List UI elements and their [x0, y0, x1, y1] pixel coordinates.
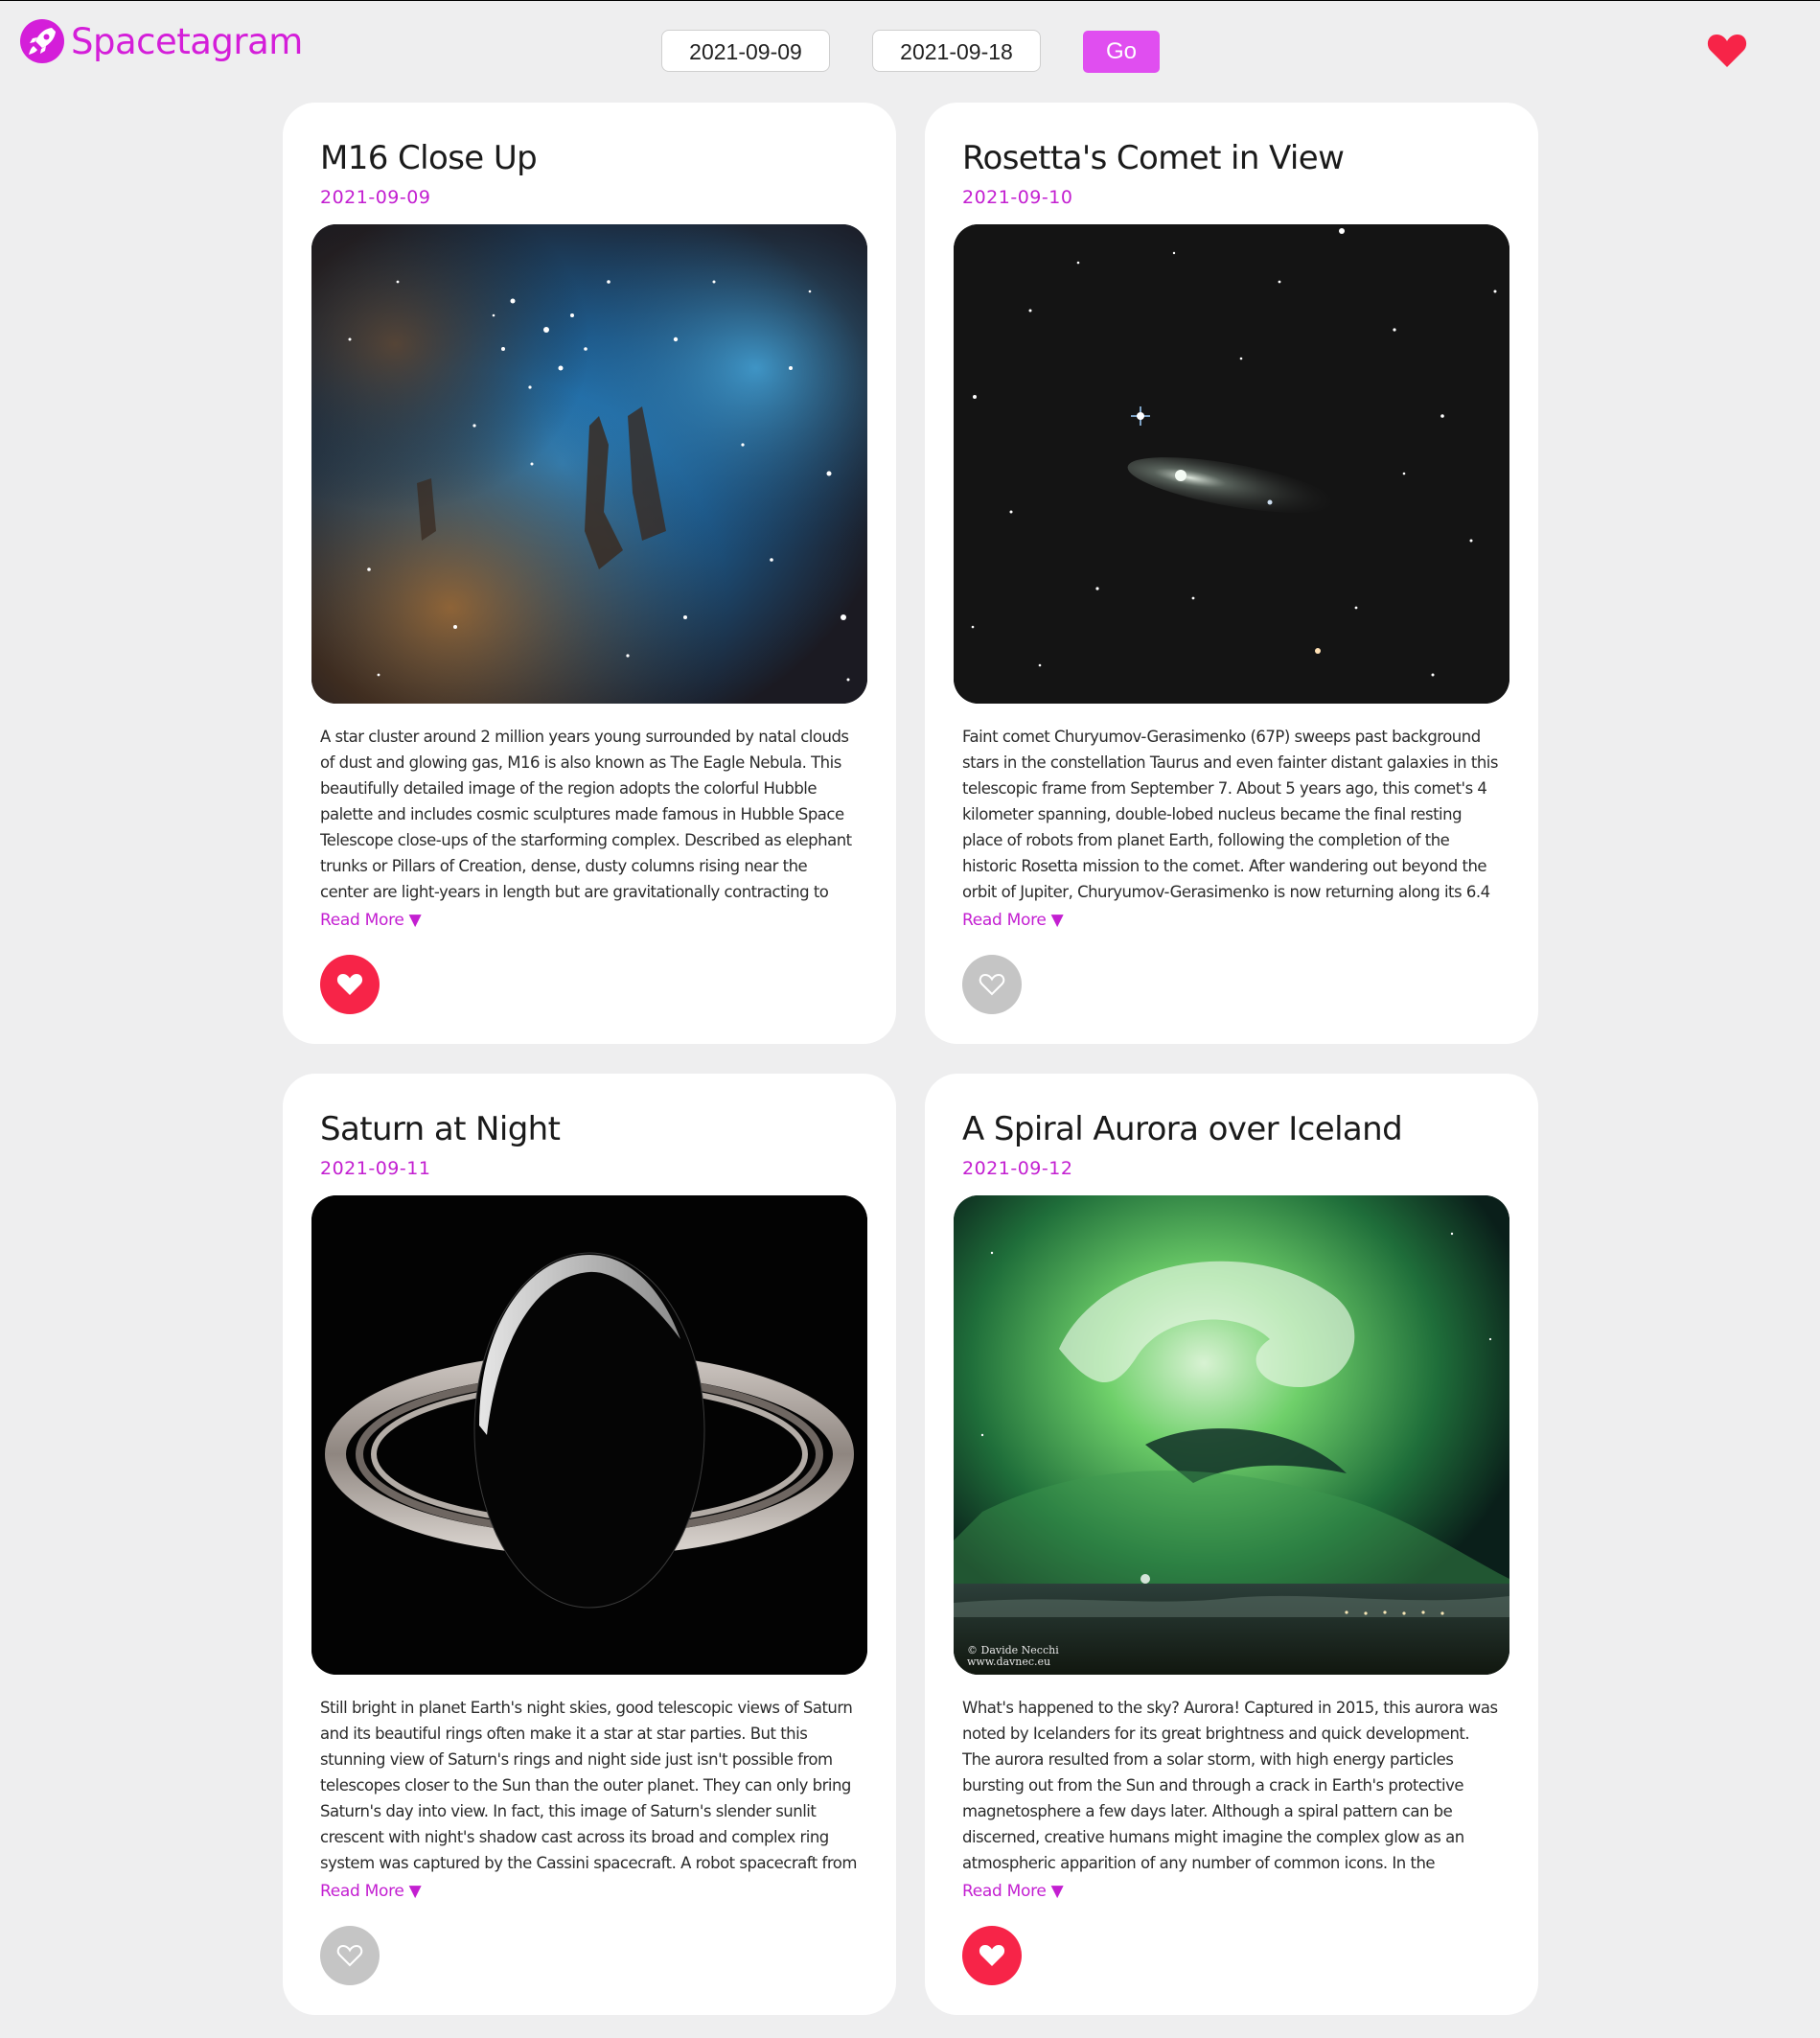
- heart-outline-icon: [336, 1944, 363, 1967]
- like-button[interactable]: [320, 955, 380, 1014]
- card-date: 2021-09-12: [962, 1158, 1073, 1179]
- card-title: A Spiral Aurora over Iceland: [962, 1110, 1403, 1148]
- heart-icon: [336, 974, 363, 995]
- like-button[interactable]: [962, 955, 1022, 1014]
- card-description: Faint comet Churyumov-Gerasimenko (67P) …: [962, 728, 1498, 901]
- read-more-link[interactable]: Read More ▼: [320, 911, 422, 930]
- card-saturn: Saturn at Night 2021-09-11 Still bright …: [283, 1074, 896, 2015]
- card-rosetta-comet: Rosetta's Comet in View 2021-09-10 Faint…: [925, 103, 1538, 1044]
- app-header: Spacetagram 2021-09-09 2021-09-18 Go: [0, 1, 1820, 97]
- read-more-link[interactable]: Read More ▼: [962, 1882, 1064, 1901]
- rocket-icon: [20, 19, 64, 63]
- read-more-link[interactable]: Read More ▼: [320, 1882, 422, 1901]
- card-description: What's happened to the sky? Aurora! Capt…: [962, 1699, 1498, 1872]
- card-title: Saturn at Night: [320, 1110, 561, 1148]
- card-description: A star cluster around 2 million years yo…: [320, 728, 852, 901]
- card-image-comet: [954, 224, 1509, 704]
- go-button[interactable]: Go: [1083, 31, 1160, 73]
- end-date-input[interactable]: 2021-09-18: [872, 30, 1041, 72]
- card-description: Still bright in planet Earth's night ski…: [320, 1699, 857, 1872]
- read-more-link[interactable]: Read More ▼: [962, 911, 1064, 930]
- card-date: 2021-09-11: [320, 1158, 431, 1179]
- app-name: Spacetagram: [71, 20, 303, 62]
- card-m16: M16 Close Up 2021-09-09 A star cluster a…: [283, 103, 896, 1044]
- logo[interactable]: Spacetagram: [19, 18, 303, 64]
- svg-text:www.davnec.eu: www.davnec.eu: [967, 1656, 1050, 1668]
- heart-icon: [979, 1945, 1005, 1966]
- like-button[interactable]: [962, 1926, 1022, 1985]
- card-image-nebula: [311, 224, 867, 704]
- heart-icon[interactable]: [1707, 34, 1747, 68]
- like-button[interactable]: [320, 1926, 380, 1985]
- heart-outline-icon: [979, 973, 1005, 996]
- card-image-aurora: © Davide Necchi www.davnec.eu: [954, 1195, 1509, 1675]
- card-date: 2021-09-09: [320, 187, 431, 208]
- start-date-input[interactable]: 2021-09-09: [661, 30, 830, 72]
- card-image-saturn: [311, 1195, 867, 1675]
- card-aurora: A Spiral Aurora over Iceland 2021-09-12: [925, 1074, 1538, 2015]
- card-date: 2021-09-10: [962, 187, 1073, 208]
- card-title: Rosetta's Comet in View: [962, 139, 1345, 177]
- card-title: M16 Close Up: [320, 139, 538, 177]
